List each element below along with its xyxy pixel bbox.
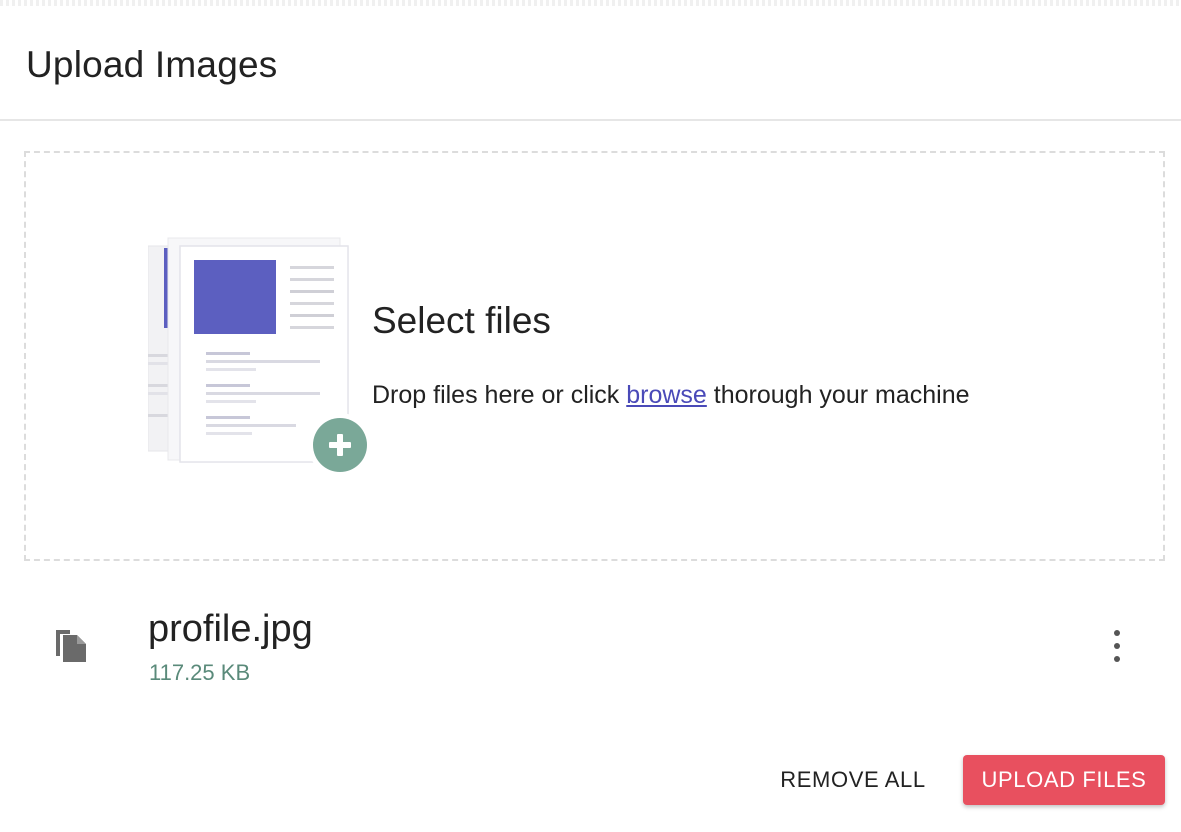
file-copy-icon xyxy=(56,630,86,662)
more-dot xyxy=(1114,656,1120,662)
dropzone-text-after: thorough your machine xyxy=(706,381,970,409)
upload-dialog: Upload Images Select files Drop files he… xyxy=(0,0,1181,832)
dropzone-text-before: Drop files here or click xyxy=(372,381,627,409)
dialog-title: Upload Images xyxy=(26,44,278,85)
dialog-header: Upload Images xyxy=(0,0,1181,121)
files-add-illustration-icon xyxy=(148,237,372,477)
file-size: 117.25 KB xyxy=(149,660,251,685)
file-list-item: profile.jpg 117.25 KB xyxy=(0,590,1181,710)
browse-link[interactable]: browse xyxy=(626,381,707,409)
dropzone-instructions: Drop files here or click browse thorough… xyxy=(372,381,970,410)
select-files-heading: Select files xyxy=(372,300,551,341)
more-dot xyxy=(1114,630,1120,636)
file-name: profile.jpg xyxy=(148,608,313,650)
upload-files-button[interactable]: UPLOAD FILES xyxy=(963,755,1165,805)
remove-all-button[interactable]: REMOVE ALL xyxy=(772,756,934,804)
more-dot xyxy=(1114,643,1120,649)
more-vertical-icon[interactable] xyxy=(1100,626,1134,666)
